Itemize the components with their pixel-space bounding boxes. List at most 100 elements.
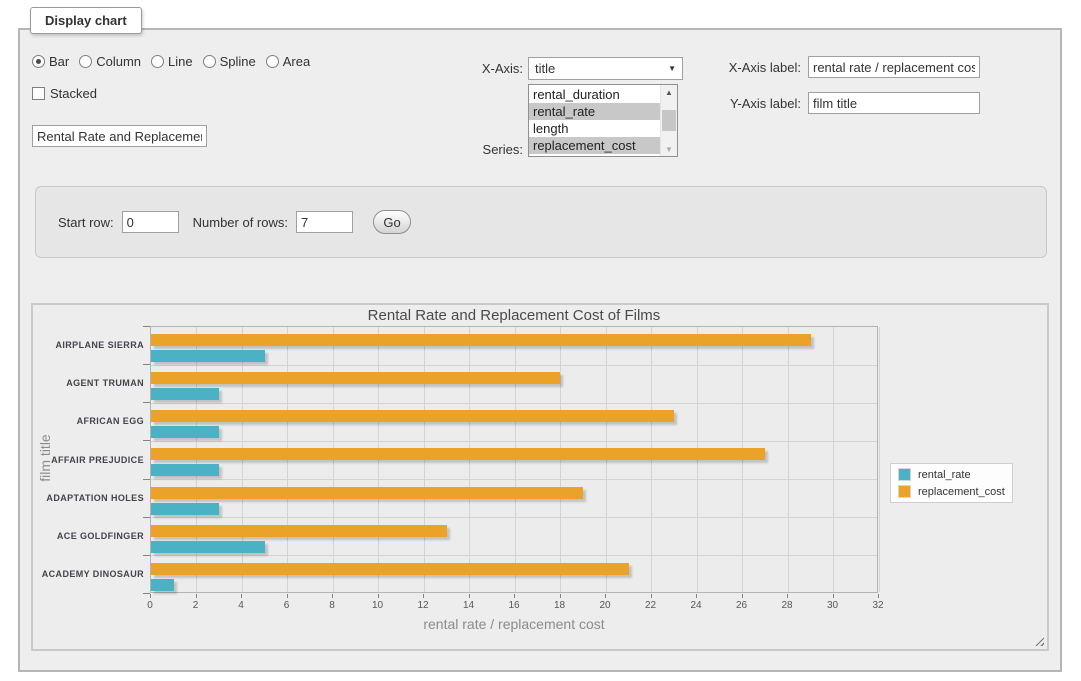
- chart-type-radio-group: Bar Column Line Spline Area: [32, 54, 320, 69]
- x-tick-label: 30: [818, 600, 848, 611]
- chart-type-option-column[interactable]: Column: [79, 54, 141, 69]
- x-tick-label: 28: [772, 600, 802, 611]
- x-tick-label: 6: [272, 600, 302, 611]
- rows-panel: Start row: Number of rows: Go: [35, 186, 1047, 258]
- series-option-length[interactable]: length: [529, 120, 660, 137]
- series-listbox[interactable]: rental_durationrental_ratelengthreplacem…: [528, 84, 678, 157]
- legend-label: replacement_cost: [918, 486, 1005, 498]
- x-tick-mark: [287, 594, 288, 598]
- stacked-label: Stacked: [50, 86, 97, 101]
- x-tick-label: 24: [681, 600, 711, 611]
- x-tick-mark: [196, 594, 197, 598]
- y-tick-mark: [143, 364, 150, 365]
- x-tick-mark: [423, 594, 424, 598]
- series-option-rental_rate[interactable]: rental_rate: [529, 103, 660, 120]
- x-tick-mark: [605, 594, 606, 598]
- x-tick-mark: [241, 594, 242, 598]
- gridline: [151, 441, 877, 442]
- legend-label: rental_rate: [918, 469, 971, 481]
- go-button[interactable]: Go: [373, 210, 411, 234]
- bar-replacement_cost: [151, 448, 765, 460]
- x-tick-label: 0: [135, 600, 165, 611]
- gridline: [151, 479, 877, 480]
- gridline: [788, 327, 789, 592]
- bar-rental_rate: [151, 464, 219, 476]
- chart-title-input[interactable]: [32, 125, 207, 147]
- category-label: AFFAIR PREJUDICE: [33, 454, 144, 466]
- chart-type-label: Spline: [220, 54, 256, 69]
- number-of-rows-input[interactable]: [296, 211, 353, 233]
- bar-rental_rate: [151, 388, 219, 400]
- x-tick-label: 14: [454, 600, 484, 611]
- chart-type-label: Line: [168, 54, 193, 69]
- panel-title: Display chart: [30, 7, 142, 34]
- bar-replacement_cost: [151, 487, 583, 499]
- x-tick-label: 12: [408, 600, 438, 611]
- x-tick-label: 18: [545, 600, 575, 611]
- gridline: [151, 517, 877, 518]
- x-axis-selected-value: title: [535, 61, 555, 76]
- series-option-replacement_cost[interactable]: replacement_cost: [529, 137, 660, 154]
- chart-type-label: Area: [283, 54, 310, 69]
- x-tick-label: 26: [727, 600, 757, 611]
- gridline: [833, 327, 834, 592]
- scrollbar-thumb[interactable]: [662, 110, 676, 131]
- scroll-up-icon[interactable]: ▲: [661, 85, 677, 99]
- legend: rental_rate replacement_cost: [890, 463, 1013, 503]
- x-tick-mark: [469, 594, 470, 598]
- radio-icon[interactable]: [79, 55, 92, 68]
- y-tick-mark: [143, 326, 150, 327]
- display-chart-panel: BarColumnLineSplineArea Stacked X-Axis: …: [18, 28, 1062, 672]
- chart-type-option-line[interactable]: Line: [151, 54, 193, 69]
- stacked-checkbox[interactable]: [32, 87, 45, 100]
- x-tick-mark: [878, 594, 879, 598]
- x-tick-mark: [378, 594, 379, 598]
- chart-type-option-bar[interactable]: Bar: [32, 54, 69, 69]
- y-tick-mark: [143, 517, 150, 518]
- legend-swatch: [898, 468, 911, 481]
- gridline: [151, 365, 877, 366]
- x-tick-label: 16: [499, 600, 529, 611]
- y-tick-mark: [143, 402, 150, 403]
- legend-swatch: [898, 485, 911, 498]
- category-label: ACE GOLDFINGER: [33, 530, 144, 542]
- x-tick-mark: [696, 594, 697, 598]
- chart-type-option-spline[interactable]: Spline: [203, 54, 256, 69]
- stacked-option[interactable]: Stacked: [32, 86, 97, 101]
- resize-handle-icon[interactable]: [1032, 634, 1044, 646]
- series-caption: Series:: [453, 142, 523, 157]
- radio-icon[interactable]: [151, 55, 164, 68]
- x-tick-mark: [742, 594, 743, 598]
- x-tick-label: 2: [181, 600, 211, 611]
- y-axis-label-input[interactable]: [808, 92, 980, 114]
- x-axis-caption: X-Axis:: [453, 61, 523, 76]
- plot-area: [150, 326, 878, 593]
- number-of-rows-label: Number of rows:: [193, 215, 288, 230]
- chart-title: Rental Rate and Replacement Cost of Film…: [150, 307, 878, 324]
- bar-replacement_cost: [151, 372, 560, 384]
- y-axis-label-caption: Y-Axis label:: [720, 96, 801, 111]
- bar-replacement_cost: [151, 334, 811, 346]
- x-tick-label: 32: [863, 600, 893, 611]
- x-tick-label: 22: [636, 600, 666, 611]
- radio-icon[interactable]: [266, 55, 279, 68]
- x-tick-label: 8: [317, 600, 347, 611]
- x-axis-select[interactable]: title ▼: [528, 57, 683, 80]
- series-options: rental_durationrental_ratelengthreplacem…: [529, 85, 660, 156]
- radio-icon[interactable]: [203, 55, 216, 68]
- radio-icon[interactable]: [32, 55, 45, 68]
- x-tick-label: 20: [590, 600, 620, 611]
- chart-type-option-area[interactable]: Area: [266, 54, 310, 69]
- bar-rental_rate: [151, 350, 265, 362]
- legend-item: rental_rate: [898, 468, 1005, 481]
- scroll-down-icon[interactable]: ▼: [661, 142, 677, 156]
- x-tick-mark: [833, 594, 834, 598]
- series-option-rental_duration[interactable]: rental_duration: [529, 86, 660, 103]
- gridline: [879, 327, 880, 592]
- bar-rental_rate: [151, 503, 219, 515]
- y-tick-mark: [143, 479, 150, 480]
- start-row-input[interactable]: [122, 211, 179, 233]
- listbox-scrollbar[interactable]: ▲ ▼: [660, 85, 677, 156]
- x-axis-label-input[interactable]: [808, 56, 980, 78]
- x-tick-mark: [150, 594, 151, 598]
